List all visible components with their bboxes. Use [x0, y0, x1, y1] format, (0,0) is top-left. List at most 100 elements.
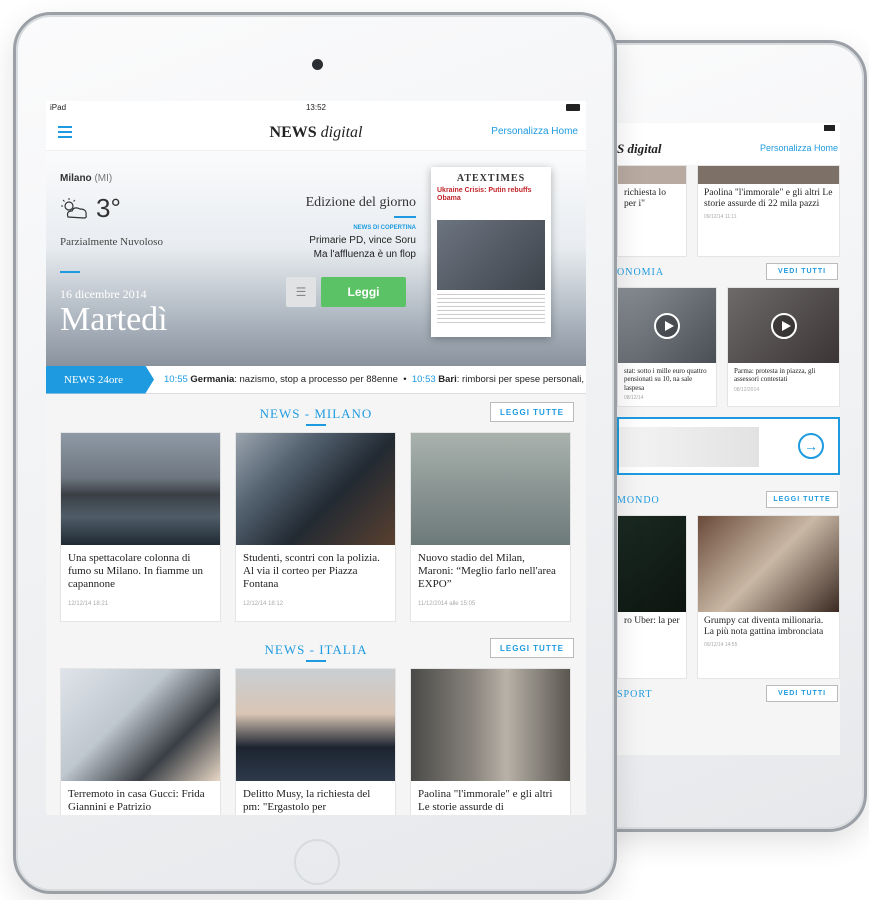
- news-card[interactable]: Delitto Musy, la richiesta del pm: "Erga…: [235, 668, 396, 815]
- card-meta: 08/12/2014: [734, 386, 760, 393]
- card-image: [698, 516, 839, 612]
- temperature: 3°: [96, 193, 121, 223]
- leggi-tutte-button[interactable]: LEGGI TUTTE: [490, 402, 574, 422]
- card-title: Studenti, scontri con la polizia. Al via…: [243, 552, 380, 591]
- video-card[interactable]: Parma: protesta in piazza, gli assessori…: [727, 287, 840, 407]
- section-header: MONDO LEGGI TUTTE: [617, 485, 840, 515]
- video-thumbnail: [618, 288, 716, 363]
- news-card[interactable]: Paolina "l'immorale" e gli altri Le stor…: [697, 165, 840, 257]
- play-icon[interactable]: [654, 312, 680, 339]
- back-screen: S digital Personalizza Home richiesta lo…: [617, 123, 840, 755]
- news-card[interactable]: Nuovo stadio del Milan, Maroni: “Meglio …: [410, 432, 571, 622]
- statusbar: iPad 13:52: [46, 101, 586, 115]
- card-title: Parma: protesta in piazza, gli assessori…: [734, 367, 816, 384]
- leggi-tutte-button[interactable]: LEGGI TUTTE: [490, 638, 574, 658]
- video-cards: stat: sotto i mille euro quattro pension…: [617, 287, 840, 407]
- card-meta: 11/12/2014 alle 15:05: [418, 601, 476, 607]
- card-title: Grumpy cat diventa milionaria. La più no…: [704, 616, 824, 638]
- cover-headline: Primarie PD, vince Soru: [309, 235, 416, 246]
- ticker-label: NEWS 24ore: [46, 365, 154, 394]
- video-card[interactable]: stat: sotto i mille euro quattro pension…: [617, 287, 717, 407]
- date: 16 dicembre 2014: [60, 287, 147, 301]
- card-title: ro Uber: la per: [624, 616, 680, 626]
- battery-icon: [824, 125, 835, 131]
- personalizza-home-link[interactable]: Personalizza Home: [760, 143, 838, 153]
- newspaper-title: ATEXTIMES: [456, 173, 526, 184]
- newspaper-photo: [437, 220, 545, 291]
- card-image: [236, 433, 395, 545]
- card-image: [61, 433, 220, 545]
- news-card[interactable]: ro Uber: la per: [617, 515, 687, 679]
- cover-subheadline: Ma l'affluenza è un flop: [313, 249, 416, 260]
- list-icon: ☰: [295, 285, 307, 299]
- city-name: Milano: [60, 173, 92, 184]
- news-card[interactable]: Paolina "l'immorale" e gli altri Le stor…: [410, 668, 571, 815]
- card-title: Paolina "l'immorale" e gli altri Le stor…: [704, 188, 833, 210]
- ticker-time: 10:55: [164, 374, 188, 385]
- card-meta: 12/12/14 18:21: [68, 601, 109, 607]
- card-meta: 09/12/14 14:55: [704, 641, 738, 648]
- video-thumbnail: [728, 288, 839, 363]
- weekday: Martedì: [60, 301, 168, 338]
- personalizza-home-link[interactable]: Personalizza Home: [491, 126, 578, 137]
- card-meta: 08/12/14: [624, 395, 644, 402]
- front-screen: iPad 13:52 NEWS digital Personalizza Hom…: [46, 101, 586, 815]
- edition-title: Edizione del giorno: [305, 195, 416, 210]
- milano-cards: Una spettacolare colonna di fumo su Mila…: [46, 432, 586, 622]
- card-meta: 09/12/14 11:11: [704, 213, 737, 220]
- card-title: Paolina "l'immorale" e gli altri Le stor…: [418, 788, 553, 814]
- back-top-cards: richiesta lo per i" Paolina "l'immorale"…: [617, 165, 840, 257]
- card-image: [618, 166, 686, 184]
- weather-city: Milano (MI): [60, 173, 112, 184]
- leggi-tutte-button[interactable]: LEGGI TUTTE: [766, 491, 838, 508]
- ticker-headline: : nazismo, stop a processo per 88enne: [234, 374, 398, 385]
- ticker-text: 10:55 Germania: nazismo, stop a processo…: [164, 374, 585, 385]
- news-card[interactable]: Terremoto in casa Gucci: Frida Giannini …: [60, 668, 221, 815]
- home-button[interactable]: [294, 839, 340, 885]
- news-card[interactable]: Studenti, scontri con la polizia. Al via…: [235, 432, 396, 622]
- card-title: richiesta lo per i": [624, 188, 666, 210]
- section-header-milano: NEWS - MILANO LEGGI TUTTE: [46, 394, 586, 432]
- card-title: Terremoto in casa Gucci: Frida Giannini …: [68, 788, 205, 814]
- news-card[interactable]: Una spettacolare colonna di fumo su Mila…: [60, 432, 221, 622]
- news-ticker[interactable]: NEWS 24ore 10:55 Germania: nazismo, stop…: [46, 365, 586, 394]
- ticker-headline: : rimborsi per spese personali,: [456, 374, 585, 385]
- list-button[interactable]: ☰: [286, 277, 316, 307]
- divider: [306, 424, 326, 426]
- back-statusbar: [617, 123, 840, 133]
- arrow-right-icon[interactable]: →: [798, 433, 824, 459]
- card-image: [61, 669, 220, 781]
- card-meta: 12/12/14 18:12: [243, 601, 284, 607]
- section-header: ONOMIA VEDI TUTTI: [617, 257, 840, 287]
- battery-icon: [566, 104, 580, 111]
- hero-weather-edition: Milano (MI) 3° Parzialmente Nuvoloso 16 …: [46, 151, 586, 366]
- cover-label: NEWS DI COPERTINA: [353, 225, 416, 231]
- card-image: [411, 433, 570, 545]
- news-card[interactable]: Grumpy cat diventa milionaria. La più no…: [697, 515, 840, 679]
- newspaper-headline: Ukraine Crisis: Putin rebuffs Obama: [437, 187, 532, 202]
- card-image: [618, 516, 686, 612]
- card-title: Nuovo stadio del Milan, Maroni: “Meglio …: [418, 552, 556, 591]
- card-image: [411, 669, 570, 781]
- partly-cloudy-icon: [61, 197, 87, 219]
- section-title: SPORT: [617, 689, 653, 700]
- vedi-tutti-button[interactable]: VEDI TUTTI: [766, 685, 838, 702]
- italia-cards: Terremoto in casa Gucci: Frida Giannini …: [46, 668, 586, 815]
- mondo-cards: ro Uber: la per Grumpy cat diventa milio…: [617, 515, 840, 679]
- divider: [60, 271, 80, 273]
- leggi-button[interactable]: Leggi: [321, 277, 406, 307]
- front-ipad: iPad 13:52 NEWS digital Personalizza Hom…: [13, 12, 617, 894]
- section-header: SPORT VEDI TUTTI: [617, 679, 840, 709]
- card-title: stat: sotto i mille euro quattro pension…: [624, 367, 707, 392]
- vedi-tutti-button[interactable]: VEDI TUTTI: [766, 263, 838, 280]
- divider: [306, 660, 326, 662]
- news-card[interactable]: richiesta lo per i": [617, 165, 687, 257]
- card-image: [698, 166, 839, 184]
- section-title: MONDO: [617, 495, 660, 506]
- back-navbar: S digital Personalizza Home: [617, 133, 840, 165]
- card-title: Una spettacolare colonna di fumo su Mila…: [68, 552, 204, 591]
- play-icon[interactable]: [770, 312, 797, 339]
- logo-italic: digital: [320, 124, 363, 141]
- newspaper-promo-banner[interactable]: →: [617, 417, 840, 475]
- newspaper-cover[interactable]: ATEXTIMES Ukraine Crisis: Putin rebuffs …: [431, 167, 551, 337]
